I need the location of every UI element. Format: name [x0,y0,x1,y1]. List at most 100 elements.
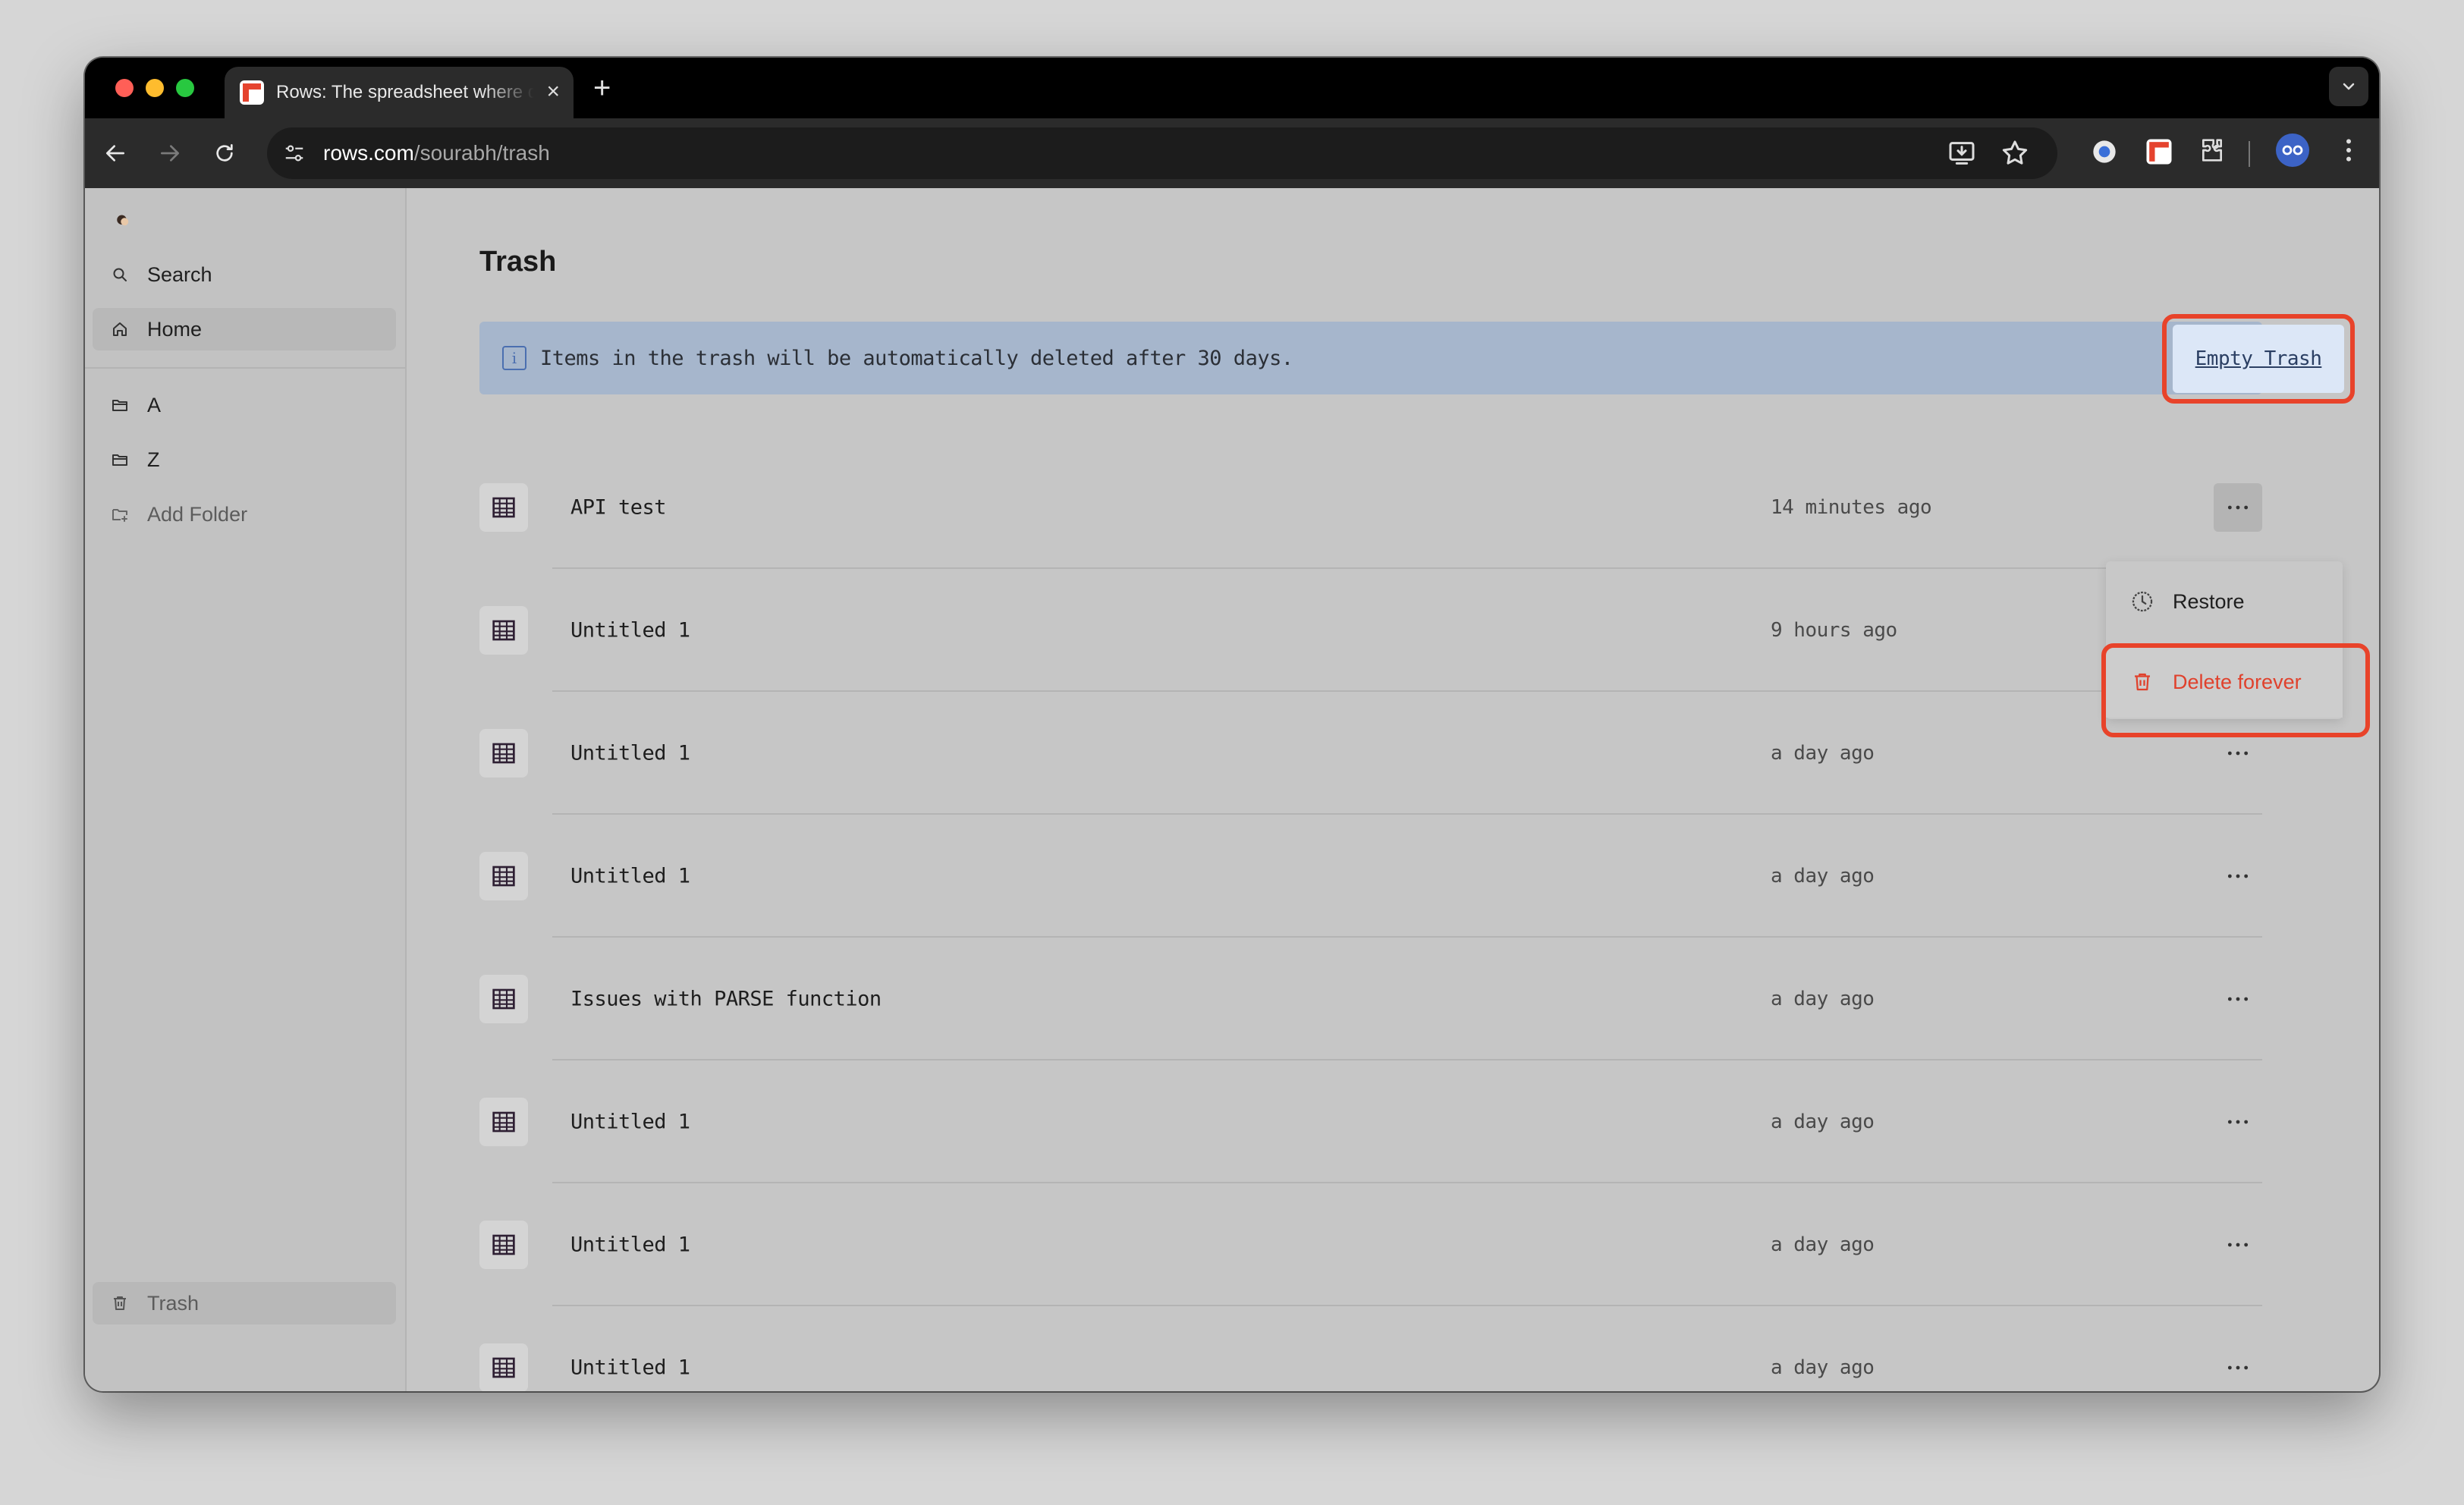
extension-rows[interactable] [2142,135,2176,168]
new-tab-button[interactable]: + [593,73,611,103]
sidebar-item-label: Trash [147,1291,200,1315]
spreadsheet-icon [479,606,528,655]
restore-clock-icon [2129,588,2156,615]
toolbar-divider [2249,141,2250,167]
chevron-down-icon [2343,83,2355,90]
tab-strip: Rows: The spreadsheet where data comes a… [85,58,2379,118]
trash-row[interactable]: Issues with PARSE function a day ago [479,938,2262,1060]
site-settings-icon[interactable] [279,138,310,168]
sidebar-item-search[interactable]: Search [93,253,396,296]
home-icon [109,319,130,340]
browser-menu-button[interactable] [2334,135,2364,165]
reload-icon [216,144,233,162]
row-more-button[interactable] [2214,1221,2262,1269]
install-app-icon[interactable] [1947,138,1977,168]
extension-privacy[interactable] [2088,135,2121,168]
minimize-window-button[interactable] [146,79,164,97]
more-vertical-icon [2346,139,2351,162]
empty-trash-highlight: Empty Trash [2162,314,2355,404]
sidebar-item-folder-a[interactable]: A [93,384,396,426]
rows-favicon-icon [240,80,264,105]
more-horizontal-icon [2227,997,2249,1001]
trash-info-banner: i Items in the trash will be automatical… [479,322,2262,394]
trash-row[interactable]: Untitled 1 9 hours ago [479,569,2262,692]
bookmark-star-icon[interactable] [2000,138,2030,168]
page-title: Trash [479,246,557,278]
row-more-button[interactable] [2214,975,2262,1023]
browser-tab[interactable]: Rows: The spreadsheet where data comes a… [225,67,574,118]
url-path: /sourabh/trash [413,141,550,165]
trash-icon [109,1293,130,1314]
spreadsheet-icon [479,1343,528,1391]
address-bar[interactable]: rows.com/sourabh/trash [267,127,2057,179]
maximize-window-button[interactable] [176,79,194,97]
document-name[interactable]: Untitled 1 [570,619,690,643]
sidebar-item-label: Add Folder [147,502,248,526]
deleted-time: a day ago [1771,865,1875,888]
deleted-time: a day ago [1771,742,1875,765]
row-more-button[interactable] [2214,1098,2262,1146]
sidebar-item-home[interactable]: Home [93,308,396,350]
spreadsheet-icon [479,483,528,532]
more-horizontal-icon [2227,874,2249,878]
sidebar-divider [85,367,407,369]
trash-row[interactable]: Untitled 1 a day ago [479,1060,2262,1183]
document-name[interactable]: Issues with PARSE function [570,988,882,1011]
sidebar-item-label: Z [147,448,160,471]
empty-trash-button[interactable]: Empty Trash [2173,325,2344,393]
profile-button[interactable] [2274,132,2311,168]
document-name[interactable]: Untitled 1 [570,865,690,888]
tab-search-button[interactable] [2329,67,2368,106]
document-name[interactable]: Untitled 1 [570,742,690,765]
trash-row[interactable]: Untitled 1 a day ago [479,1183,2262,1306]
arrow-right-icon [161,145,179,162]
spreadsheet-icon [479,852,528,900]
add-folder-icon [109,504,130,525]
restore-label: Restore [2173,589,2245,613]
privacy-extension-icon [2093,140,2116,163]
delete-forever-highlight [2101,643,2370,737]
sidebar-item-trash[interactable]: Trash [93,1282,396,1324]
deleted-time: a day ago [1771,1233,1875,1256]
more-horizontal-icon [2227,505,2249,510]
sidebar: Search Home A Z Add Folder Trash [85,188,407,1391]
page-content: Search Home A Z Add Folder Trash Trash i… [85,188,2379,1391]
workspace-avatar-icon[interactable] [112,209,135,232]
deleted-time: 9 hours ago [1771,619,1897,642]
trash-row[interactable]: Untitled 1 a day ago [479,692,2262,815]
arrow-left-icon [106,145,124,162]
row-more-button[interactable] [2214,852,2262,900]
close-window-button[interactable] [115,79,134,97]
main-panel: Trash i Items in the trash will be autom… [407,188,2379,1391]
restore-menu-item[interactable]: Restore [2106,566,2343,637]
document-name[interactable]: API test [570,496,667,520]
folder-icon [109,449,130,470]
sidebar-item-label: Home [147,317,203,341]
close-tab-icon[interactable]: × [546,80,560,103]
deleted-time: a day ago [1771,1111,1875,1133]
trash-row[interactable]: Untitled 1 a day ago [479,1306,2262,1391]
url-host: rows.com [323,141,414,165]
spreadsheet-icon [479,729,528,778]
sidebar-item-folder-z[interactable]: Z [93,438,396,481]
puzzle-icon [2202,139,2222,162]
forward-button[interactable] [155,138,185,168]
browser-toolbar: rows.com/sourabh/trash [85,118,2379,188]
more-horizontal-icon [2227,1120,2249,1124]
row-more-button[interactable] [2214,1343,2262,1391]
url-text: rows.com/sourabh/trash [323,141,550,165]
back-button[interactable] [100,138,130,168]
reload-button[interactable] [209,138,240,168]
document-name[interactable]: Untitled 1 [570,1356,690,1380]
trash-row[interactable]: API test 14 minutes ago [479,446,2262,569]
folder-icon [109,394,130,416]
sidebar-item-add-folder[interactable]: Add Folder [93,493,396,536]
row-more-button[interactable] [2214,483,2262,532]
extensions-button[interactable] [2197,135,2227,165]
tab-title: Rows: The spreadsheet where data comes a… [276,82,534,102]
trash-row[interactable]: Untitled 1 a day ago [479,815,2262,938]
deleted-time: 14 minutes ago [1771,496,1932,519]
banner-text: Items in the trash will be automatically… [540,346,1293,370]
document-name[interactable]: Untitled 1 [570,1111,690,1134]
document-name[interactable]: Untitled 1 [570,1233,690,1257]
